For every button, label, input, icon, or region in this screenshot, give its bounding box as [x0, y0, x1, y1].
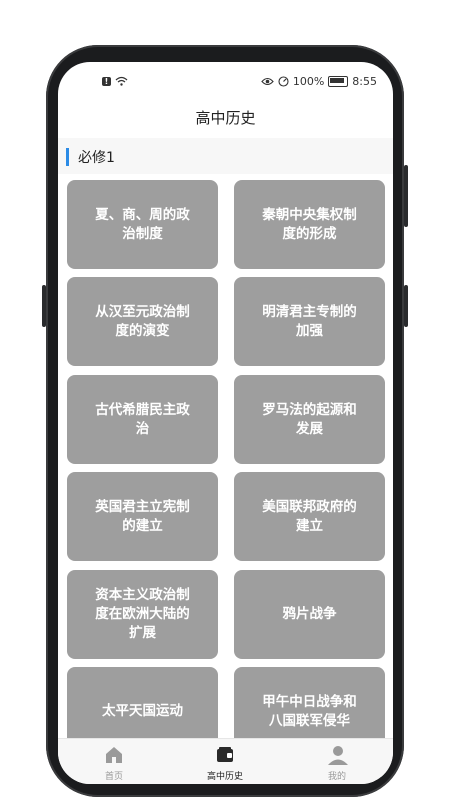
status-bar: ! 100% 8:55	[58, 62, 393, 100]
lesson-card[interactable]: 资本主义政治制度在欧洲大陆的扩展	[67, 570, 218, 659]
lesson-card[interactable]: 鸦片战争	[234, 570, 385, 659]
wifi-icon	[115, 76, 128, 86]
book-icon	[217, 747, 233, 762]
tab-history-label: 高中历史	[206, 772, 243, 782]
clock: 8:55	[352, 75, 377, 88]
lesson-card[interactable]: 罗马法的起源和发展	[234, 375, 385, 464]
tab-history[interactable]: 高中历史	[175, 739, 275, 784]
speed-icon	[278, 76, 289, 87]
section-header: 必修1	[58, 138, 393, 174]
lesson-card[interactable]: 从汉至元政治制度的演变	[67, 277, 218, 366]
lesson-card[interactable]: 明清君主专制的加强	[234, 277, 385, 366]
tab-home-label: 首页	[104, 772, 123, 782]
side-button-left	[42, 285, 46, 327]
tab-profile-label: 我的	[327, 772, 346, 782]
tab-profile[interactable]: 我的	[287, 739, 387, 784]
battery-icon	[328, 76, 349, 87]
lesson-card[interactable]: 夏、商、周的政治制度	[67, 180, 218, 269]
page-title: 高中历史	[195, 109, 256, 127]
status-left: !	[102, 76, 128, 86]
power-button	[404, 285, 408, 327]
lesson-card[interactable]: 英国君主立宪制的建立	[67, 472, 218, 561]
volume-button	[404, 165, 408, 227]
section-title: 必修1	[78, 150, 115, 166]
bottom-tab-bar: 首页 高中历史 我的	[58, 738, 393, 784]
app-screen: ! 100% 8:55 高中历史 必修1 夏、商、周的政治制度 秦朝中央集权制度…	[58, 62, 393, 784]
lesson-card[interactable]: 美国联邦政府的建立	[234, 472, 385, 561]
battery-percent: 100%	[292, 75, 325, 88]
section-accent-bar	[66, 148, 69, 166]
tab-home[interactable]: 首页	[64, 739, 164, 784]
lesson-card[interactable]: 古代希腊民主政治	[67, 375, 218, 464]
notification-alert-icon: !	[102, 76, 111, 86]
person-icon	[328, 746, 348, 765]
home-icon	[106, 747, 122, 763]
eye-icon	[261, 77, 274, 86]
lesson-card[interactable]: 秦朝中央集权制度的形成	[234, 180, 385, 269]
status-right: 100% 8:55	[261, 75, 377, 88]
